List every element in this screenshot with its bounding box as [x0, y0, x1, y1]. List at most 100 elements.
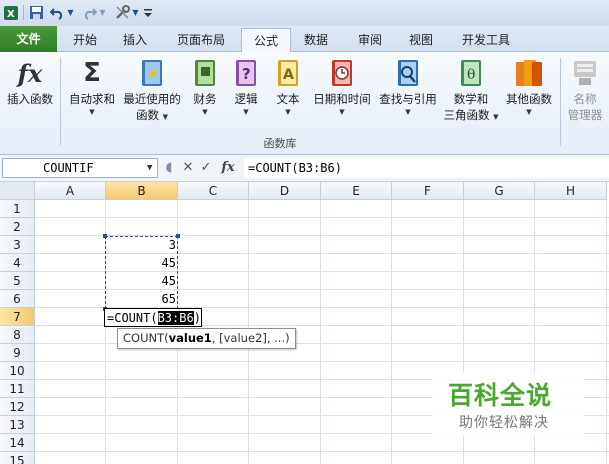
tab-view[interactable]: 视图	[400, 28, 442, 52]
column-header-c[interactable]: C	[178, 182, 249, 200]
tab-home[interactable]: 开始	[64, 28, 106, 52]
save-icon[interactable]	[27, 3, 45, 22]
row-header-1[interactable]: 1	[0, 200, 35, 218]
name-manager-label-2: 管理器	[567, 108, 603, 122]
formula-input[interactable]: =COUNT(B3:B6)	[244, 158, 609, 178]
redo-dropdown-icon[interactable]: ▼	[98, 3, 107, 22]
date-time-button[interactable]: 日期和时间 ▼	[310, 58, 374, 117]
tab-insert[interactable]: 插入	[114, 28, 156, 52]
recently-used-label: 最近使用的	[123, 92, 181, 106]
row-header-11[interactable]: 11	[0, 380, 35, 398]
svg-text:?: ?	[242, 65, 251, 83]
cell-b3[interactable]: 3	[106, 236, 176, 254]
cancel-icon[interactable]: ✕	[180, 159, 196, 177]
text-button[interactable]: A 文本 ▼	[270, 58, 306, 117]
cell-b6[interactable]: 65	[106, 290, 176, 308]
tab-page-layout[interactable]: 页面布局	[168, 28, 234, 52]
column-header-b[interactable]: B	[106, 182, 178, 200]
tooltip-arg1[interactable]: value1	[169, 331, 212, 345]
row-header-10[interactable]: 10	[0, 362, 35, 380]
recently-used-label-2: 函数 ▼	[135, 108, 169, 122]
financial-button[interactable]: 财务 ▼	[186, 58, 224, 117]
formula-bar-expander-icon[interactable]: ◖	[162, 159, 176, 177]
formula-bar: COUNTIF ▼ ◖ ✕ ✓ fx =COUNT(B3:B6)	[0, 155, 609, 182]
star-book-icon: ★	[137, 58, 167, 88]
function-arguments-tooltip[interactable]: COUNT(value1, [value2], ...)	[117, 328, 296, 349]
enter-icon[interactable]: ✓	[198, 159, 214, 177]
formula-range-ref: B3:B6	[157, 311, 194, 325]
select-all-corner[interactable]	[0, 182, 35, 200]
grid-vline	[606, 200, 607, 464]
date-time-label: 日期和时间	[313, 92, 371, 106]
cell-b7-editor[interactable]: =COUNT(B3:B6)	[104, 308, 202, 327]
range-handle[interactable]	[103, 234, 107, 238]
tooltip-function: COUNT(	[123, 331, 169, 345]
row-header-13[interactable]: 13	[0, 416, 35, 434]
lookup-book-icon	[393, 58, 423, 88]
logical-label: 逻辑	[234, 92, 258, 106]
tools-icon[interactable]	[112, 3, 132, 22]
math-trig-button[interactable]: θ 数学和 三角函数 ▼	[441, 58, 501, 123]
row-header-6[interactable]: 6	[0, 290, 35, 308]
cell-b4[interactable]: 45	[106, 254, 176, 272]
tools-dropdown-icon[interactable]: ▼	[131, 3, 140, 22]
tab-file[interactable]: 文件	[0, 26, 57, 52]
row-header-8[interactable]: 8	[0, 326, 35, 344]
grid-hline	[35, 217, 609, 218]
dropdown-arrow-icon: ▼	[285, 108, 291, 116]
watermark-subtitle: 助你轻松解决	[459, 415, 549, 431]
excel-logo-icon: X	[2, 3, 20, 22]
column-header-f[interactable]: F	[392, 182, 464, 200]
tab-formulas[interactable]: 公式	[241, 28, 291, 53]
svg-text:A: A	[283, 67, 294, 83]
svg-text:★: ★	[147, 66, 160, 82]
column-header-e[interactable]: E	[321, 182, 392, 200]
ribbon-divider	[60, 58, 61, 146]
column-header-g[interactable]: G	[464, 182, 535, 200]
column-header-d[interactable]: D	[249, 182, 321, 200]
name-manager-label: 名称	[573, 92, 597, 106]
insert-function-icon[interactable]: fx	[217, 159, 239, 177]
redo-icon[interactable]	[80, 3, 98, 22]
row-header-5[interactable]: 5	[0, 272, 35, 290]
more-functions-button[interactable]: 其他函数 ▼	[501, 58, 557, 117]
dropdown-arrow-icon: ▼	[243, 108, 249, 116]
dropdown-arrow-icon: ▼	[405, 108, 411, 116]
row-header-15[interactable]: 15	[0, 452, 35, 464]
range-handle[interactable]	[176, 234, 180, 238]
chevron-down-icon[interactable]: ▼	[147, 159, 152, 177]
row-header-2[interactable]: 2	[0, 218, 35, 236]
undo-dropdown-icon[interactable]: ▼	[66, 3, 75, 22]
customize-icon[interactable]	[142, 3, 154, 22]
formula-suffix: )	[193, 311, 201, 325]
tooltip-rest: , [value2], ...)	[211, 331, 290, 345]
row-header-9[interactable]: 9	[0, 344, 35, 362]
watermark: 百科全说 助你轻松解决	[432, 372, 584, 436]
dropdown-arrow-icon: ▼	[526, 108, 532, 116]
row-header-7[interactable]: 7	[0, 308, 35, 326]
dropdown-arrow-icon: ▼	[89, 108, 95, 116]
column-header-h[interactable]: H	[535, 182, 607, 200]
grid-hline	[35, 451, 609, 452]
ribbon-divider	[560, 58, 561, 146]
row-header-4[interactable]: 4	[0, 254, 35, 272]
column-header-a[interactable]: A	[35, 182, 106, 200]
logic-book-icon: ?	[231, 58, 261, 88]
recently-used-button[interactable]: ★ 最近使用的 函数 ▼	[121, 58, 183, 123]
name-manager-button[interactable]: 名称 管理器	[563, 58, 607, 123]
logical-button[interactable]: ? 逻辑 ▼	[228, 58, 264, 117]
insert-function-button[interactable]: fx 插入函数	[3, 58, 57, 107]
row-header-14[interactable]: 14	[0, 434, 35, 452]
row-header-12[interactable]: 12	[0, 398, 35, 416]
autosum-button[interactable]: Σ 自动求和 ▼	[64, 58, 120, 117]
dropdown-arrow-icon: ▼	[202, 108, 208, 116]
tab-data[interactable]: 数据	[295, 28, 337, 52]
name-box[interactable]: COUNTIF ▼	[2, 158, 158, 178]
tab-review[interactable]: 审阅	[349, 28, 391, 52]
row-header-3[interactable]: 3	[0, 236, 35, 254]
cell-b5[interactable]: 45	[106, 272, 176, 290]
tab-developer[interactable]: 开发工具	[455, 28, 517, 52]
undo-icon[interactable]	[48, 3, 66, 22]
lookup-reference-button[interactable]: 查找与引用 ▼	[376, 58, 440, 117]
math-trig-label: 数学和	[453, 92, 489, 106]
